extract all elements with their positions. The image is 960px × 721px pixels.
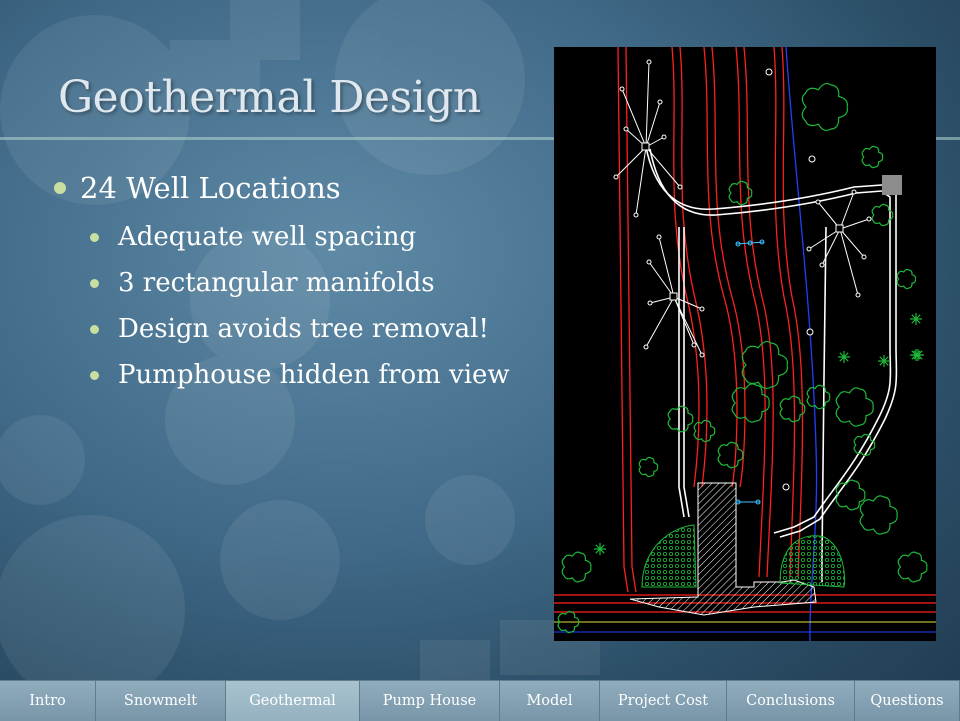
nav-geothermal[interactable]: Geothermal — [226, 681, 360, 721]
slide-title: Geothermal Design — [58, 72, 481, 123]
nav-project-cost[interactable]: Project Cost — [600, 681, 727, 721]
nav-intro[interactable]: Intro — [0, 681, 96, 721]
manifold-3-spokes — [808, 191, 870, 296]
sub-bullet-manifolds: 3 rectangular manifolds — [48, 260, 548, 306]
tree-symbol — [861, 145, 884, 169]
nav-pump-house[interactable]: Pump House — [360, 681, 500, 721]
tree-symbol — [731, 383, 770, 423]
tree-symbol — [717, 441, 744, 469]
sub-bullet-tree-removal: Design avoids tree removal! — [48, 306, 548, 352]
tree-symbol — [561, 551, 592, 583]
shrub-symbol — [838, 351, 850, 363]
tree-symbol — [835, 387, 874, 427]
tree-symbol — [693, 419, 716, 443]
tree-symbol — [667, 405, 694, 433]
bullet-list: 24 Well Locations Adequate well spacing … — [48, 168, 548, 398]
site-plan-drawing — [554, 47, 936, 641]
shrub-symbol — [594, 543, 606, 555]
tree-symbol — [859, 495, 898, 535]
nav-snowmelt[interactable]: Snowmelt — [96, 681, 226, 721]
shrub-symbol — [910, 313, 922, 325]
shrub-symbol — [878, 355, 890, 367]
manifold-1-spokes — [615, 61, 681, 216]
sub-bullet-spacing: Adequate well spacing — [48, 214, 548, 260]
shrub-symbol — [910, 349, 922, 361]
nav-questions[interactable]: Questions — [855, 681, 960, 721]
shrub-mass-right — [779, 535, 846, 588]
nav-conclusions[interactable]: Conclusions — [727, 681, 855, 721]
tree-symbol — [779, 395, 806, 423]
tree-symbol — [896, 268, 917, 290]
slide-navigation-bar: Intro Snowmelt Geothermal Pump House Mod… — [0, 680, 960, 721]
tree-symbols — [557, 83, 928, 634]
tree-symbol — [806, 384, 831, 410]
bullet-well-locations: 24 Well Locations — [48, 168, 548, 208]
pumphouse-symbol — [882, 175, 902, 195]
red-boundary-lines — [554, 47, 936, 613]
nav-model[interactable]: Model — [500, 681, 600, 721]
tree-symbol — [897, 551, 928, 583]
sub-bullet-pumphouse: Pumphouse hidden from view — [48, 352, 548, 398]
tree-symbol — [801, 83, 849, 131]
tree-symbol — [638, 456, 659, 478]
shrub-mass-left — [641, 524, 697, 588]
